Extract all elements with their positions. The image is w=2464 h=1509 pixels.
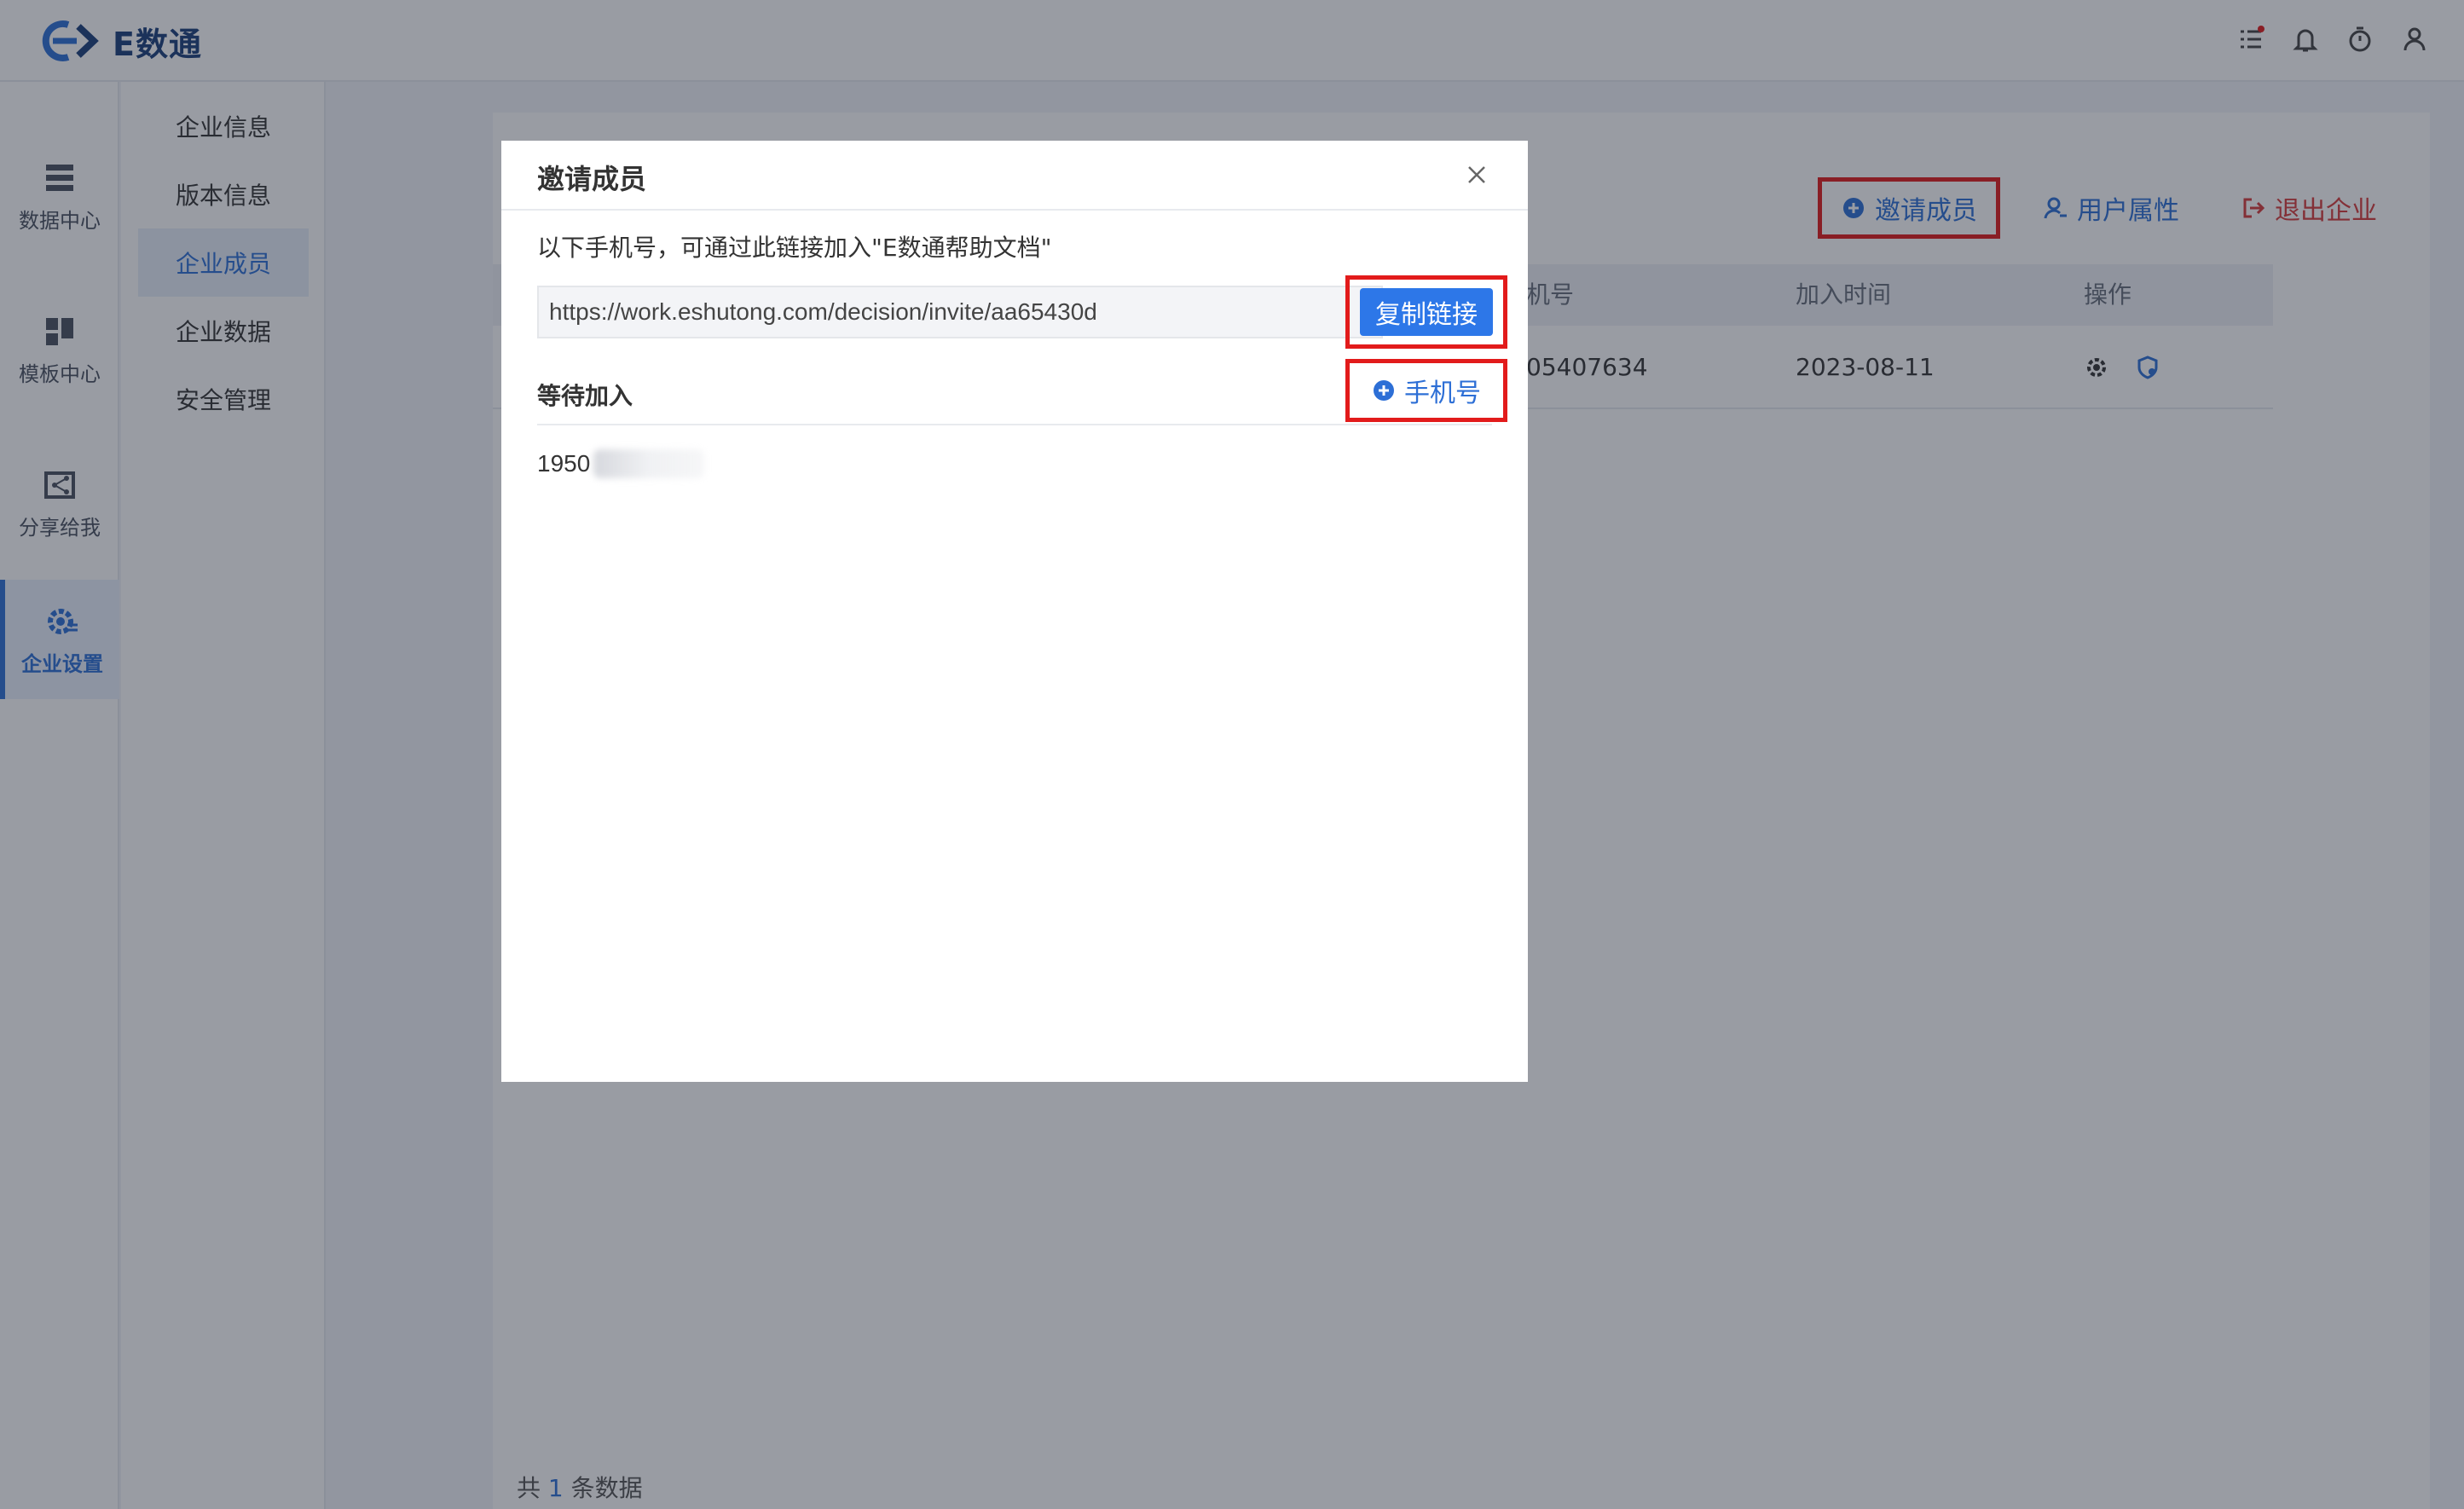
dialog-title: 邀请成员 bbox=[537, 163, 647, 195]
dialog-header: 邀请成员 bbox=[501, 141, 1528, 211]
list-item: 1950 bbox=[537, 449, 705, 478]
add-phone-button[interactable]: 手机号 bbox=[1345, 359, 1507, 422]
waiting-section-title: 等待加入 bbox=[537, 382, 633, 410]
plus-circle-icon bbox=[1374, 380, 1394, 401]
invite-link-field[interactable]: https://work.eshutong.com/decision/invit… bbox=[537, 286, 1383, 338]
dialog-description: 以下手机号，可通过此链接加入"E数通帮助文档" bbox=[537, 234, 1052, 262]
waiting-phone: 1950 bbox=[537, 450, 591, 477]
copy-link-highlight: 复制链接 bbox=[1345, 275, 1507, 349]
redacted-mask bbox=[593, 449, 705, 478]
copy-link-button[interactable]: 复制链接 bbox=[1360, 288, 1493, 336]
waiting-divider bbox=[537, 424, 1492, 425]
invite-member-dialog: 邀请成员 以下手机号，可通过此链接加入"E数通帮助文档" https://wor… bbox=[501, 141, 1528, 1082]
close-icon[interactable] bbox=[1461, 159, 1492, 190]
